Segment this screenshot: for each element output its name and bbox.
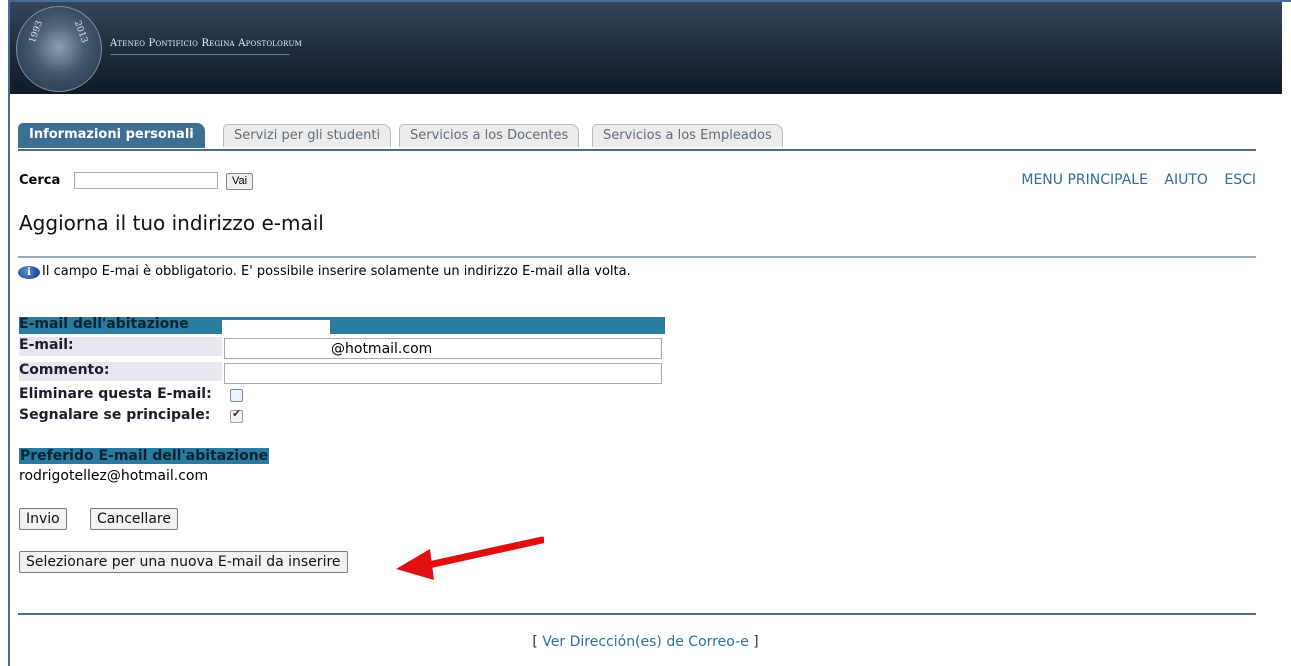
frame-left-border xyxy=(8,0,10,666)
info-text: Il campo E-mai è obbligatorio. E' possib… xyxy=(42,264,631,279)
footer: [ Ver Dirección(es) de Correo-e ] xyxy=(0,634,1291,650)
annotation-arrow-icon xyxy=(396,536,544,580)
anniversary-seal-logo: 1993 2013 xyxy=(16,6,102,92)
menu-principale-link[interactable]: MENU PRINCIPALE xyxy=(1021,172,1148,188)
brand-underline xyxy=(110,54,290,55)
search-go-button[interactable]: Vai xyxy=(226,173,254,190)
view-email-addresses-link[interactable]: Ver Dirección(es) de Correo-e xyxy=(542,634,748,650)
primary-email-label: Segnalare se principale: xyxy=(19,407,211,423)
footer-close-bracket: ] xyxy=(753,634,759,650)
email-label: E-mail: xyxy=(19,337,74,353)
info-icon: i xyxy=(18,266,40,279)
page-title: Aggiorna il tuo indirizzo e-mail xyxy=(19,211,324,235)
preferred-email-value: rodrigotellez@hotmail.com xyxy=(19,468,209,484)
footer-open-bracket: [ xyxy=(532,634,538,650)
tab-servicios-docentes[interactable]: Servicios a los Docentes xyxy=(399,124,580,147)
top-links: MENU PRINCIPALE AIUTO ESCI xyxy=(1009,172,1256,188)
delete-email-checkbox[interactable] xyxy=(230,389,243,402)
primary-email-checkbox[interactable]: ✔ xyxy=(230,407,243,423)
exit-link[interactable]: ESCI xyxy=(1224,172,1256,188)
comment-label: Commento: xyxy=(19,362,110,378)
search-label: Cerca xyxy=(19,173,61,188)
submit-button[interactable]: Invio xyxy=(19,508,67,530)
tabs-divider xyxy=(18,149,1256,151)
bottom-divider xyxy=(18,613,1256,615)
cancel-button[interactable]: Cancellare xyxy=(90,508,178,530)
header-banner: 1993 2013 Ateneo Pontificio Regina Apost… xyxy=(10,2,1282,94)
preferred-email-title: Preferido E-mail dell'abitazione xyxy=(19,448,270,464)
checkmark-icon: ✔ xyxy=(232,407,242,420)
tab-servizi-studenti[interactable]: Servizi per gli studenti xyxy=(223,124,392,147)
institution-name[interactable]: Ateneo Pontificio Regina Apostolorum xyxy=(110,38,302,49)
email-section-title: E-mail dell'abitazione xyxy=(19,316,189,332)
delete-email-label: Eliminare questa E-mail: xyxy=(19,386,212,402)
help-link[interactable]: AIUTO xyxy=(1164,172,1208,188)
email-field-value: @hotmail.com xyxy=(331,341,433,357)
title-divider xyxy=(18,256,1256,258)
new-email-button[interactable]: Selezionare per una nuova E-mail da inse… xyxy=(19,551,348,573)
search-input[interactable] xyxy=(74,172,218,189)
email-field[interactable] xyxy=(224,338,662,359)
tab-servicios-empleados[interactable]: Servicios a los Empleados xyxy=(592,124,783,147)
tab-informazioni-personali[interactable]: Informazioni personali xyxy=(18,123,205,148)
comment-field[interactable] xyxy=(224,363,662,384)
